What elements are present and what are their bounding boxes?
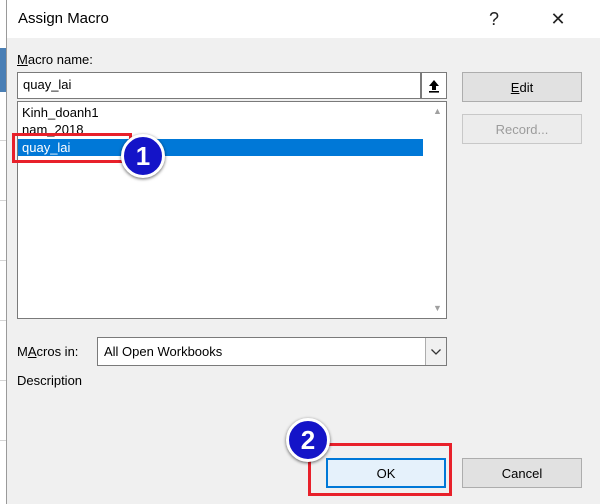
close-button[interactable]: ✕ bbox=[543, 4, 573, 34]
list-scrollbar[interactable]: ▲ ▼ bbox=[428, 102, 446, 318]
help-button[interactable]: ? bbox=[479, 4, 509, 34]
macros-in-select[interactable]: All Open Workbooks bbox=[97, 337, 447, 366]
macro-name-label: Macro name: bbox=[17, 52, 93, 67]
macros-in-value: All Open Workbooks bbox=[104, 344, 223, 359]
macros-in-label: MAcros in: bbox=[17, 344, 79, 359]
description-label: Description bbox=[17, 373, 83, 388]
title-bar: Assign Macro ? ✕ bbox=[7, 0, 600, 38]
step-badge-1: 1 bbox=[121, 134, 165, 178]
chevron-down-icon[interactable] bbox=[425, 338, 446, 365]
scroll-up-icon[interactable]: ▲ bbox=[433, 106, 442, 116]
step-badge-2: 2 bbox=[286, 418, 330, 462]
collapse-dialog-icon[interactable] bbox=[421, 72, 447, 99]
macro-name-input[interactable]: quay_lai bbox=[17, 72, 421, 99]
highlight-box-ok bbox=[308, 443, 452, 496]
list-item[interactable]: Kinh_doanh1 bbox=[18, 104, 423, 121]
record-button[interactable]: Record... bbox=[462, 114, 582, 144]
scroll-down-icon[interactable]: ▼ bbox=[433, 303, 442, 313]
macro-name-value: quay_lai bbox=[23, 77, 72, 92]
cancel-button[interactable]: Cancel bbox=[462, 458, 582, 488]
edit-button[interactable]: Edit bbox=[462, 72, 582, 102]
highlight-box-selected-macro bbox=[12, 133, 132, 163]
dialog-title: Assign Macro bbox=[18, 10, 109, 27]
